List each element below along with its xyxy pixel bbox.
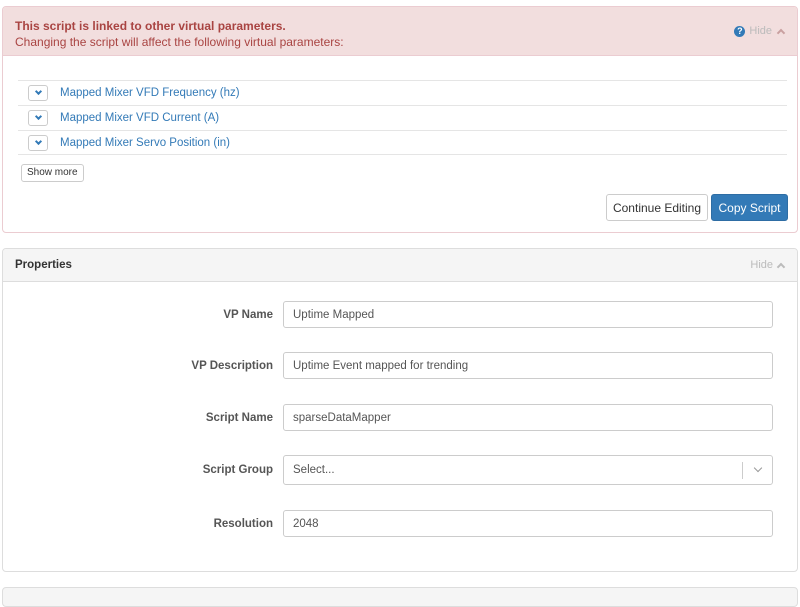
vp-description-input[interactable]: Uptime Event mapped for trending	[283, 352, 773, 379]
resolution-row: Resolution 2048	[3, 510, 799, 540]
chevron-up-icon[interactable]	[776, 262, 786, 271]
script-name-input[interactable]: sparseDataMapper	[283, 404, 773, 431]
list-item: Mapped Mixer Servo Position (in)	[18, 130, 787, 155]
script-group-label: Script Group	[202, 464, 273, 476]
vp-description-label: VP Description	[191, 359, 273, 372]
vp-name-input[interactable]: Uptime Mapped	[283, 301, 773, 328]
chevron-up-icon[interactable]	[776, 28, 786, 37]
warning-title: This script is linked to other virtual p…	[15, 19, 286, 33]
resolution-input[interactable]: 2048	[283, 510, 773, 537]
vp-link[interactable]: Mapped Mixer Servo Position (in)	[60, 137, 230, 149]
chevron-down-icon[interactable]	[753, 463, 763, 473]
properties-hide-toggle[interactable]: Hide	[750, 259, 786, 271]
vp-link[interactable]: Mapped Mixer VFD Frequency (hz)	[60, 87, 240, 99]
vp-name-label: VP Name	[223, 308, 273, 321]
expand-button[interactable]	[28, 134, 48, 151]
chevron-down-icon	[34, 87, 42, 96]
warning-heading: This script is linked to other virtual p…	[3, 7, 797, 56]
linked-vp-list: Mapped Mixer VFD Frequency (hz) Mapped M…	[18, 80, 787, 155]
list-item: Mapped Mixer VFD Frequency (hz)	[18, 80, 787, 105]
linked-vp-warning-panel: This script is linked to other virtual p…	[2, 6, 798, 233]
hide-label[interactable]: Hide	[749, 25, 772, 37]
show-more-button[interactable]: Show more	[21, 164, 84, 182]
select-separator	[742, 462, 743, 479]
script-group-value: Select...	[293, 464, 335, 476]
script-group-row: Script Group Select...	[3, 455, 799, 485]
next-panel-edge	[2, 587, 798, 607]
question-circle-icon[interactable]: ?	[734, 25, 746, 37]
script-name-row: Script Name sparseDataMapper	[3, 404, 799, 434]
resolution-label: Resolution	[213, 517, 273, 530]
list-item: Mapped Mixer VFD Current (A)	[18, 105, 787, 130]
chevron-down-icon	[34, 137, 42, 145]
vp-name-row: VP Name Uptime Mapped	[3, 301, 799, 331]
warning-hide-toggle[interactable]: ? Hide	[734, 25, 786, 37]
properties-heading: Properties Hide	[3, 249, 797, 282]
script-group-select[interactable]: Select...	[283, 455, 773, 485]
script-name-label: Script Name	[205, 411, 273, 424]
expand-button[interactable]	[28, 110, 48, 126]
vp-link[interactable]: Mapped Mixer VFD Current (A)	[60, 112, 219, 124]
vp-description-row: VP Description Uptime Event mapped for t…	[3, 352, 799, 382]
properties-panel: Properties Hide VP Name Uptime Mapped VP…	[2, 248, 798, 572]
hide-label[interactable]: Hide	[750, 259, 773, 271]
chevron-down-icon	[34, 112, 42, 121]
expand-button[interactable]	[28, 85, 48, 101]
continue-editing-button[interactable]: Continue Editing	[606, 194, 708, 221]
warning-subtitle: Changing the script will affect the foll…	[15, 35, 344, 49]
copy-script-button[interactable]: Copy Script	[711, 194, 788, 221]
properties-title: Properties	[15, 259, 72, 271]
